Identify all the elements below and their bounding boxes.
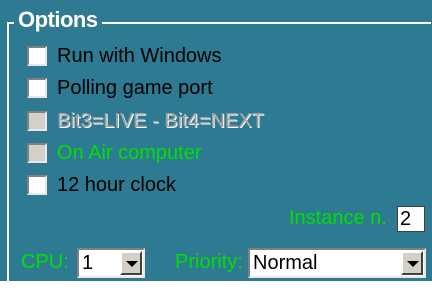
bit3-bit4-label: Bit3=LIVE - Bit4=NEXT <box>57 109 264 132</box>
twelve-hour-clock-checkbox-row[interactable]: 12 hour clock <box>27 172 176 198</box>
cpu-label: CPU: <box>21 251 69 273</box>
bit3-bit4-checkbox <box>27 111 47 131</box>
on-air-computer-label: On Air computer <box>57 141 202 164</box>
twelve-hour-clock-checkbox[interactable] <box>27 175 47 195</box>
priority-label: Priority: <box>175 251 243 273</box>
on-air-computer-checkbox-row: On Air computer <box>27 140 202 166</box>
twelve-hour-clock-label[interactable]: 12 hour clock <box>57 174 176 197</box>
cpu-select[interactable]: 1 <box>77 248 145 278</box>
bit3-bit4-checkbox-row: Bit3=LIVE - Bit4=NEXT <box>27 108 264 134</box>
chevron-down-icon <box>126 261 138 267</box>
cpu-dropdown-button[interactable] <box>120 251 142 275</box>
polling-game-port-checkbox[interactable] <box>27 78 47 98</box>
instance-label: Instance n. <box>289 207 387 229</box>
run-with-windows-label[interactable]: Run with Windows <box>57 45 222 68</box>
chevron-down-icon <box>407 261 419 267</box>
cpu-select-value: 1 <box>82 252 94 274</box>
options-panel: Options Run with Windows Polling game po… <box>0 0 432 281</box>
priority-dropdown-button[interactable] <box>401 251 423 275</box>
on-air-computer-checkbox <box>27 143 47 163</box>
options-group-title: Options <box>14 5 102 35</box>
instance-number-input[interactable]: 2 <box>397 206 425 232</box>
run-with-windows-checkbox[interactable] <box>27 46 47 66</box>
polling-game-port-label[interactable]: Polling game port <box>57 77 213 100</box>
priority-select[interactable]: Normal <box>248 248 426 278</box>
run-with-windows-checkbox-row[interactable]: Run with Windows <box>27 43 222 69</box>
polling-game-port-checkbox-row[interactable]: Polling game port <box>27 75 213 101</box>
priority-select-value: Normal <box>253 252 318 274</box>
